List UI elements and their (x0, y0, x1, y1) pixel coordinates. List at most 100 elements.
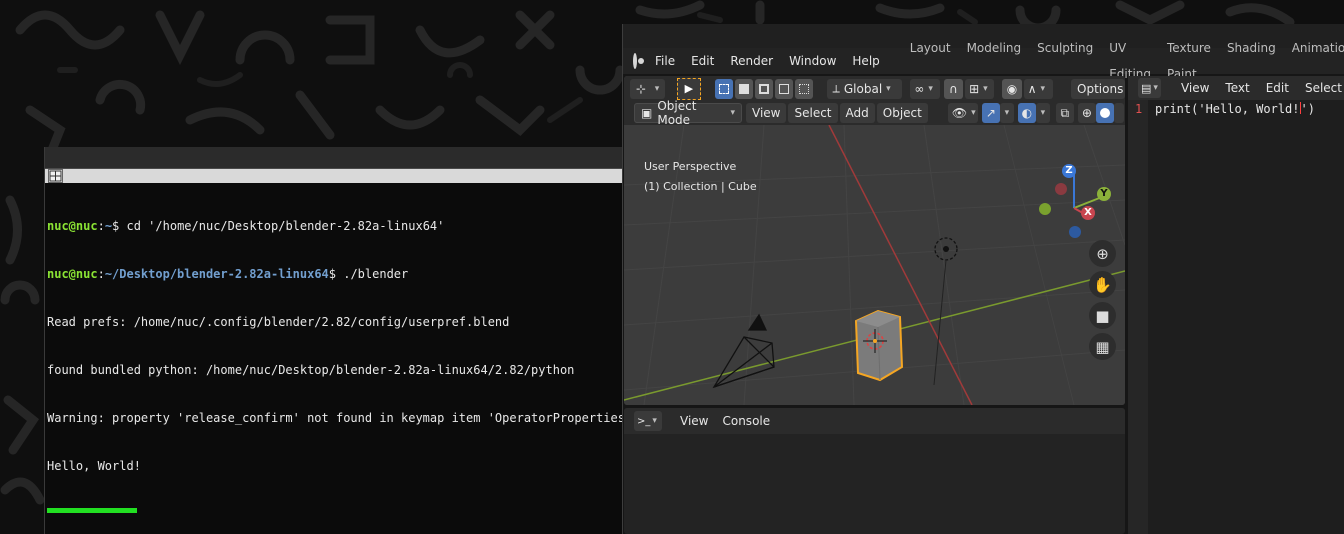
terminal-output[interactable]: nuc@nuc:~$ cd '/home/nuc/Desktop/blender… (47, 186, 633, 534)
options-dropdown[interactable]: Options▾ (1071, 78, 1125, 99)
prompt-command: $ cd '/home/nuc/Desktop/blender-2.82a-li… (112, 219, 445, 233)
prompt-user: nuc@nuc (47, 267, 98, 281)
blender-window[interactable]: File Edit Render Window Help Layout Mode… (622, 24, 1344, 534)
chevron-down-icon: ▾ (1153, 83, 1158, 93)
3d-viewport[interactable]: ⊹ ▾ ▶ ⟂ Global ▾ ∞ ▾ ∩ ⊞ ▾ ◉ ∧ ▾ Options… (624, 76, 1125, 405)
mode-dropdown[interactable]: ▣ Object Mode ▾ (634, 99, 742, 127)
proportional-icon: ◉ (1006, 81, 1018, 96)
xray-toggle[interactable]: ⧉ (1055, 103, 1074, 123)
chevron-down-icon: ▾ (730, 108, 735, 118)
python-console[interactable]: >_ ▾ View Console (624, 408, 1125, 534)
gizmo-y-icon[interactable]: Y (1097, 187, 1111, 201)
text-menu-text[interactable]: Text (1219, 78, 1255, 98)
object-mode-icon: ▣ (641, 106, 653, 120)
blender-logo-icon[interactable] (633, 53, 644, 69)
visibility-dropdown[interactable]: 👁 ▾ (947, 103, 978, 123)
pivot-point-dropdown[interactable]: ∞ ▾ (910, 78, 940, 99)
code-text-after-caret: ') (1300, 102, 1315, 116)
gizmo-x-icon[interactable]: X (1081, 206, 1095, 220)
overlay-dropdown[interactable]: ▾ (1035, 103, 1050, 123)
chevron-down-icon: ▾ (1004, 108, 1010, 118)
line-number-gutter (1128, 100, 1148, 534)
mode-label: Object Mode (657, 99, 697, 127)
orientation-label: Global (843, 81, 883, 96)
console-header: >_ ▾ View Console (624, 408, 1125, 434)
text-editor-header: ▤▾ View Text Edit Select Fo (1128, 76, 1344, 100)
ortho-grid-icon[interactable]: ▦ (1089, 333, 1116, 360)
terminal-cursor (47, 508, 137, 513)
console-icon: >_ (637, 415, 651, 427)
text-menu-edit[interactable]: Edit (1260, 78, 1295, 98)
shading-solid[interactable] (1095, 103, 1114, 123)
gizmo-z-icon[interactable]: Z (1062, 164, 1076, 178)
viewport-menu-add[interactable]: Add (839, 103, 875, 123)
overlay-toggle[interactable]: ◐ (1017, 103, 1036, 123)
chevron-down-icon: ▾ (1040, 108, 1046, 118)
editor-type-dropdown[interactable]: >_ ▾ (634, 411, 662, 431)
code-line[interactable]: print('Hello, World!') (1155, 102, 1315, 116)
falloff-dropdown[interactable]: ∧ ▾ (1023, 78, 1054, 99)
collection-label: (1) Collection | Cube (644, 180, 757, 193)
snap-grid-icon: ⊞ (969, 81, 980, 96)
menu-render[interactable]: Render (722, 48, 781, 74)
xray-icon: ⧉ (1060, 105, 1070, 120)
proportional-edit-toggle[interactable]: ◉ (1002, 78, 1022, 99)
chevron-down-icon: ▾ (886, 83, 891, 94)
overlay-icon: ◐ (1021, 106, 1033, 120)
terminal-window[interactable]: nuc@nuc:~$ cd '/home/nuc/Desktop/blender… (44, 147, 633, 534)
output-line: found bundled python: /home/nuc/Desktop/… (47, 363, 575, 377)
text-editor[interactable]: ▤▾ View Text Edit Select Fo 1 print('Hel… (1128, 76, 1344, 534)
viewport-menu-select[interactable]: Select (788, 103, 838, 123)
transform-orientation-dropdown[interactable]: ⟂ Global ▾ (826, 78, 903, 99)
snap-target-dropdown[interactable]: ⊞ ▾ (965, 78, 995, 99)
menu-file[interactable]: File (647, 48, 683, 74)
select-extend-icon[interactable] (734, 78, 753, 99)
terminal-tabbar (45, 169, 622, 183)
shading-wireframe[interactable]: ⊕ (1077, 103, 1096, 123)
line-number: 1 (1135, 102, 1143, 116)
blender-topbar: File Edit Render Window Help Layout Mode… (623, 41, 1344, 81)
terminal-line: nuc@nuc:~$ cd '/home/nuc/Desktop/blender… (47, 219, 445, 233)
camera-view-icon[interactable]: ■ (1089, 302, 1116, 329)
viewport-header: ▣ Object Mode ▾ View Select Add Object 👁… (624, 99, 1125, 127)
gizmo-toggle[interactable]: ↗ (981, 103, 1000, 123)
menu-window[interactable]: Window (781, 48, 844, 74)
chevron-down-icon: ▾ (654, 83, 660, 94)
select-tool-button[interactable]: ▶ (677, 77, 701, 100)
text-menu-view[interactable]: View (1175, 78, 1215, 98)
eye-icon: 👁 (951, 106, 968, 120)
chevron-down-icon: ▾ (652, 416, 657, 426)
prompt-command: $ ./blender (328, 267, 409, 281)
output-line: Warning: property 'release_confirm' not … (47, 411, 633, 425)
select-new-icon[interactable] (714, 78, 733, 99)
orientation-axes-icon: ⟂ (832, 81, 840, 95)
snap-toggle[interactable]: ∩ (943, 78, 964, 99)
console-menu-console[interactable]: Console (716, 411, 776, 431)
chevron-down-icon: ▾ (983, 83, 988, 94)
transform-tool-icon: ⊹ (636, 81, 647, 96)
select-invert-icon[interactable] (774, 78, 793, 99)
gizmo-dropdown[interactable]: ▾ (999, 103, 1014, 123)
select-intersect-icon[interactable] (794, 78, 813, 99)
prompt-path: ~ (104, 219, 113, 233)
zoom-icon[interactable]: ⊕ (1089, 240, 1116, 267)
menu-edit[interactable]: Edit (683, 48, 722, 74)
viewport-menu-view[interactable]: View (746, 103, 787, 123)
terminal-titlebar[interactable] (45, 147, 622, 169)
code-text-before-caret: print('Hello, World! (1155, 102, 1300, 116)
hand-pan-icon[interactable]: ✋ (1089, 271, 1116, 298)
viewport-menus: View Select Add Object (746, 103, 928, 123)
shading-more[interactable] (1113, 103, 1124, 123)
tool-settings-dropdown[interactable]: ⊹ ▾ (630, 78, 666, 99)
editor-type-dropdown[interactable]: ▤ ▾ (1138, 78, 1161, 98)
text-document-icon: ▤ (1141, 81, 1152, 95)
split-view-icon[interactable] (48, 169, 63, 183)
falloff-curve-icon: ∧ (1027, 81, 1037, 96)
text-menu-select[interactable]: Select (1299, 78, 1344, 98)
console-menu-view[interactable]: View (674, 411, 714, 431)
select-subtract-icon[interactable] (754, 78, 773, 99)
selection-mode-group (714, 78, 813, 99)
viewport-tool-header: ⊹ ▾ ▶ ⟂ Global ▾ ∞ ▾ ∩ ⊞ ▾ ◉ ∧ ▾ Options (624, 76, 1125, 101)
menu-help[interactable]: Help (844, 48, 887, 74)
viewport-menu-object[interactable]: Object (876, 103, 928, 123)
